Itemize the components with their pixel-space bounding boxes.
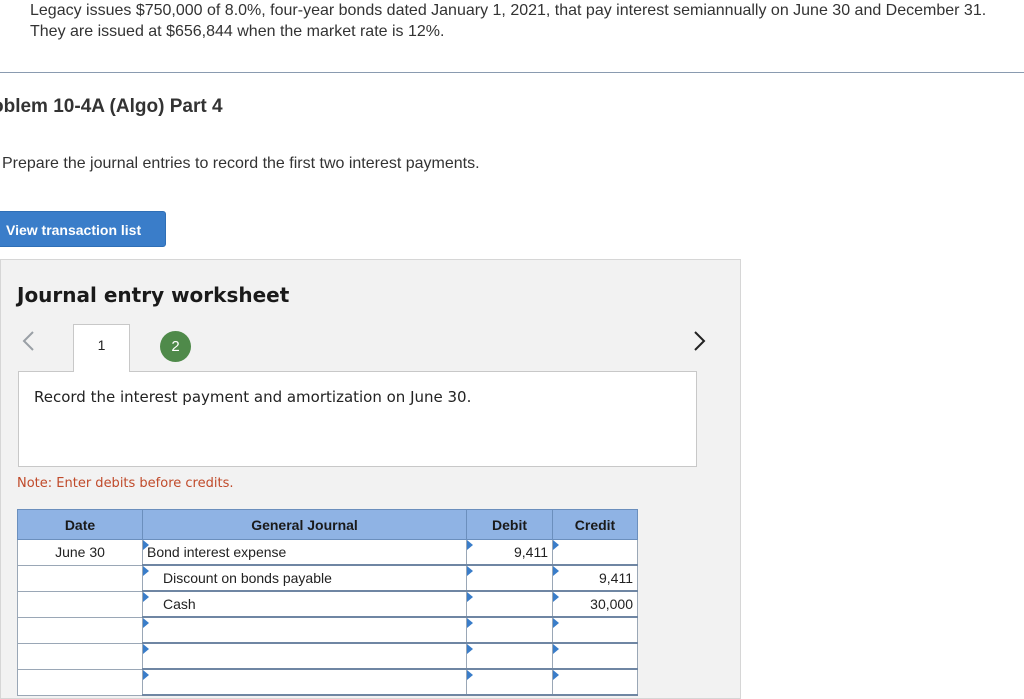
input-marker-icon (553, 670, 559, 680)
general-journal-table: Date General Journal Debit Credit June 3… (17, 509, 638, 696)
input-marker-icon (143, 592, 149, 602)
input-marker-icon (467, 566, 473, 576)
credit-cell[interactable]: 30,000 (552, 590, 638, 618)
debit-cell[interactable] (466, 616, 553, 644)
account-cell[interactable] (142, 668, 467, 696)
debit-value: 9,411 (514, 544, 548, 560)
input-marker-icon (467, 644, 473, 654)
debit-cell[interactable] (466, 642, 553, 670)
problem-prompt: Prepare the journal entries to record th… (2, 155, 480, 172)
input-marker-icon (467, 592, 473, 602)
debit-cell[interactable] (466, 564, 553, 592)
input-marker-icon (553, 540, 559, 550)
credit-cell[interactable] (552, 539, 638, 566)
table-row (17, 668, 638, 696)
date-cell[interactable] (17, 668, 143, 696)
table-row: Discount on bonds payable 9,411 (17, 564, 638, 592)
problem-intro: Legacy issues $750,000 of 8.0%, four-yea… (30, 2, 987, 40)
table-row: June 30 Bond interest expense 9,411 (17, 539, 638, 566)
journal-header-row: Date General Journal Debit Credit (17, 509, 638, 540)
date-cell[interactable] (17, 616, 143, 644)
problem-title: oblem 10-4A (Algo) Part 4 (0, 96, 223, 117)
input-marker-icon (553, 592, 559, 602)
date-cell[interactable] (17, 564, 143, 592)
account-cell[interactable]: Bond interest expense (142, 539, 467, 566)
input-marker-icon (143, 644, 149, 654)
input-marker-icon (467, 670, 473, 680)
debit-cell[interactable]: 9,411 (466, 539, 553, 566)
credit-cell[interactable] (552, 616, 638, 644)
transaction-description-box: Record the interest payment and amortiza… (18, 371, 697, 467)
input-marker-icon (143, 618, 149, 628)
worksheet-title: Journal entry worksheet (17, 283, 290, 307)
input-marker-icon (143, 566, 149, 576)
divider (0, 72, 1024, 73)
date-cell[interactable] (17, 642, 143, 670)
credit-value: 30,000 (590, 596, 633, 612)
account-value: Cash (163, 596, 196, 612)
chevron-left-icon[interactable] (18, 328, 40, 354)
account-value: Discount on bonds payable (163, 570, 332, 586)
input-marker-icon (467, 618, 473, 628)
credit-header: Credit (552, 509, 638, 540)
worksheet-tab-2[interactable]: 2 (160, 331, 191, 362)
input-marker-icon (553, 566, 559, 576)
date-cell[interactable] (17, 590, 143, 618)
worksheet-tab-1[interactable]: 1 (73, 324, 130, 372)
account-value: Bond interest expense (147, 544, 287, 560)
entry-note: Note: Enter debits before credits. (17, 476, 234, 491)
account-cell[interactable] (142, 616, 467, 644)
date-cell[interactable]: June 30 (17, 539, 143, 566)
credit-value: 9,411 (599, 570, 633, 586)
account-cell[interactable]: Cash (142, 590, 467, 618)
date-header: Date (17, 509, 143, 540)
debit-header: Debit (466, 509, 553, 540)
transaction-description: Record the interest payment and amortiza… (34, 388, 472, 406)
input-marker-icon (467, 540, 473, 550)
credit-cell[interactable]: 9,411 (552, 564, 638, 592)
table-row: Cash 30,000 (17, 590, 638, 618)
account-cell[interactable] (142, 642, 467, 670)
general-journal-header: General Journal (142, 509, 467, 540)
input-marker-icon (553, 618, 559, 628)
debit-cell[interactable] (466, 590, 553, 618)
credit-cell[interactable] (552, 668, 638, 696)
table-row (17, 616, 638, 644)
credit-cell[interactable] (552, 642, 638, 670)
input-marker-icon (143, 540, 149, 550)
input-marker-icon (143, 670, 149, 680)
input-marker-icon (553, 644, 559, 654)
view-transaction-list-button[interactable]: View transaction list (0, 211, 166, 247)
chevron-right-icon[interactable] (688, 328, 710, 354)
debit-cell[interactable] (466, 668, 553, 696)
account-cell[interactable]: Discount on bonds payable (142, 564, 467, 592)
table-row (17, 642, 638, 670)
